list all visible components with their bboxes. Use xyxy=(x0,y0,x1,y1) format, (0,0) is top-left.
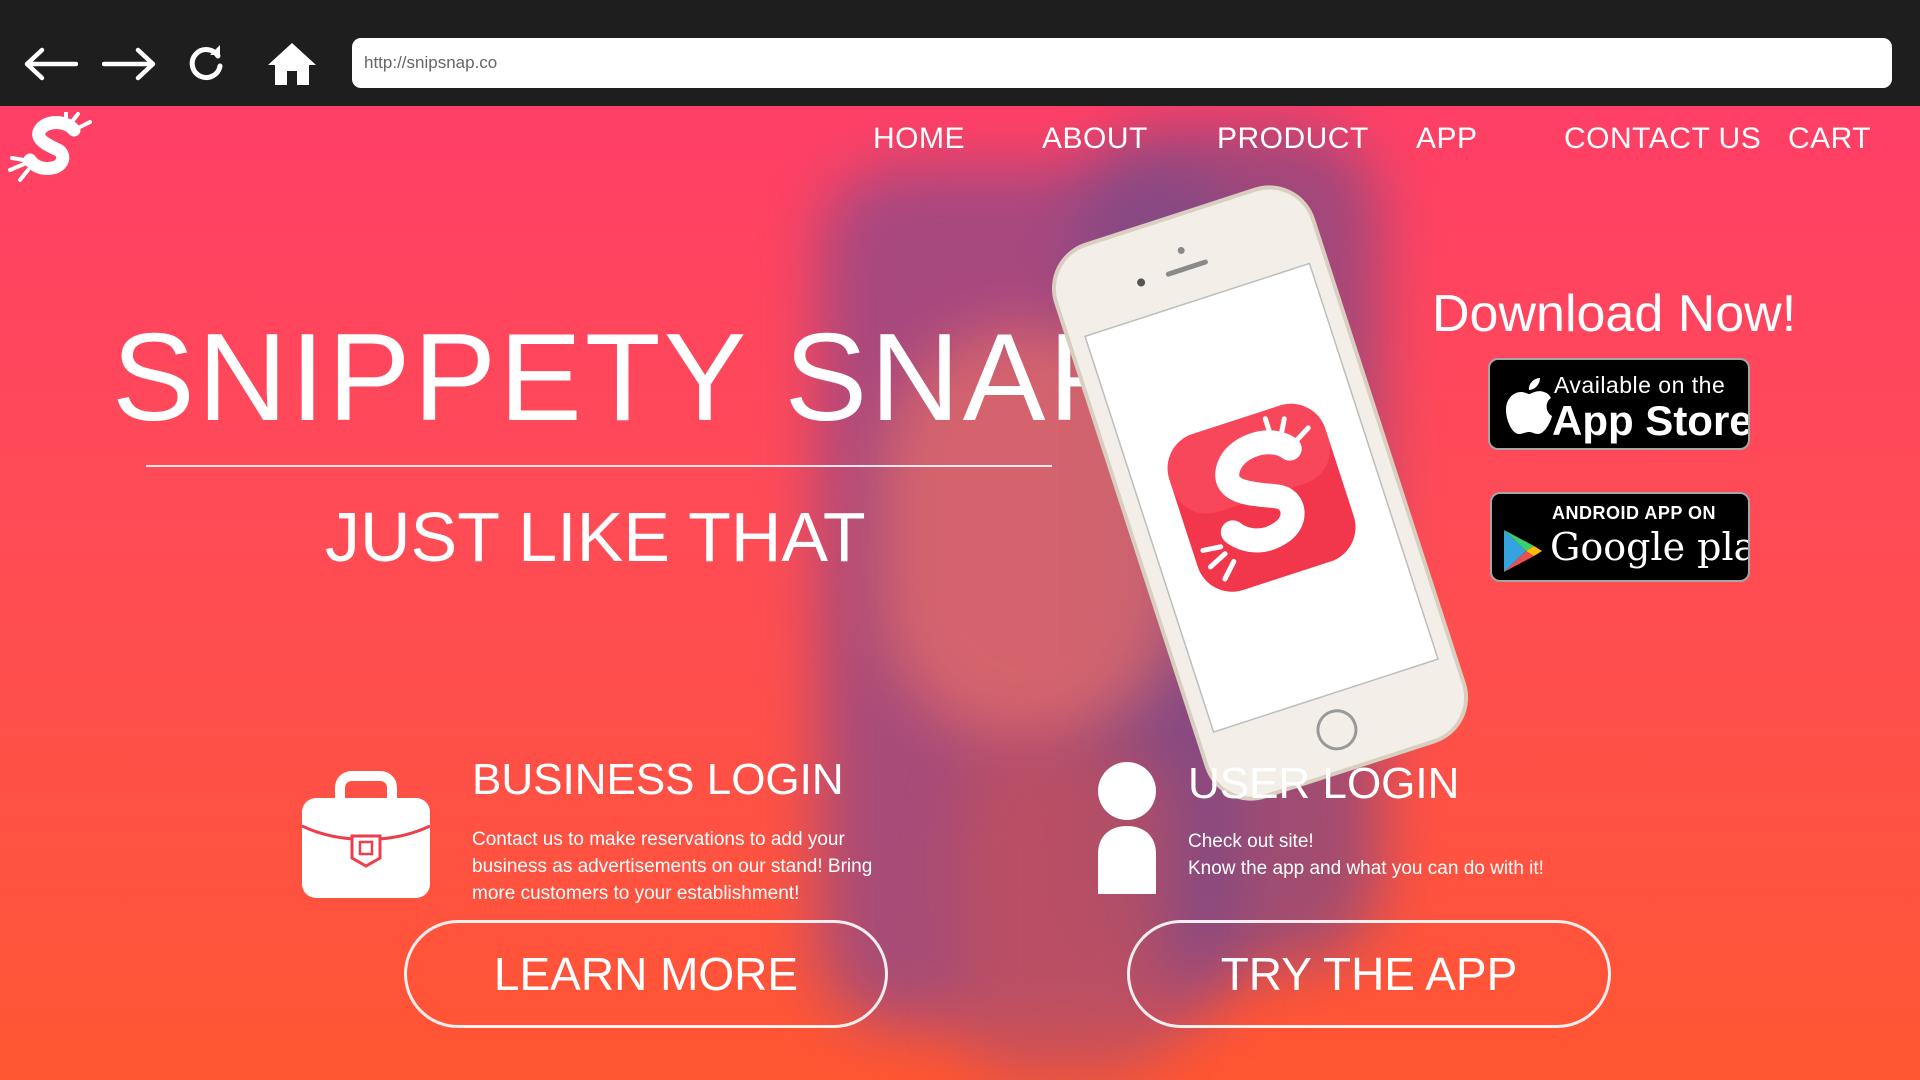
website-viewport: HOME ABOUT PRODUCT APP CONTACT US CART S… xyxy=(0,106,1920,1080)
hero-subtitle: JUST LIKE THAT xyxy=(325,498,866,576)
user-login-line-1: Check out site! xyxy=(1188,831,1314,852)
browser-toolbar xyxy=(0,0,1920,106)
reload-icon xyxy=(189,45,223,81)
user-login-line-2: Know the app and what you can do with it… xyxy=(1188,858,1544,879)
nav-cart[interactable]: CART xyxy=(1788,122,1871,156)
briefcase-icon xyxy=(301,771,431,898)
phone-mockup-image xyxy=(1051,185,1469,801)
business-login-description: Contact us to make reservations to add y… xyxy=(472,829,873,904)
try-the-app-button[interactable]: TRY THE APP xyxy=(1127,920,1611,1028)
nav-app[interactable]: APP xyxy=(1416,122,1478,156)
apple-icon xyxy=(1506,378,1552,434)
main-nav: HOME ABOUT PRODUCT APP CONTACT US CART xyxy=(0,116,1920,166)
hero-title: SNIPPETY SNAP xyxy=(112,309,1135,447)
hero-divider xyxy=(146,465,1052,467)
nav-about[interactable]: ABOUT xyxy=(1042,122,1148,156)
arrow-right-icon xyxy=(102,47,156,81)
google-play-big-text: Google play xyxy=(1550,525,1748,569)
home-button[interactable] xyxy=(262,37,322,91)
url-input[interactable] xyxy=(352,38,1892,88)
app-store-small-text: Available on the xyxy=(1554,372,1726,398)
arrow-left-icon xyxy=(24,47,78,81)
google-play-badge[interactable]: ANDROID APP ON Google play xyxy=(1490,492,1750,582)
app-store-big-text: App Store xyxy=(1552,397,1750,444)
user-login-title: USER LOGIN xyxy=(1188,759,1460,808)
download-heading: Download Now! xyxy=(1432,285,1797,343)
forward-button[interactable] xyxy=(100,37,160,91)
business-login-title: BUSINESS LOGIN xyxy=(472,755,844,804)
user-icon xyxy=(1098,762,1156,894)
back-button[interactable] xyxy=(20,37,80,91)
address-bar[interactable] xyxy=(352,38,1892,88)
reload-button[interactable] xyxy=(176,37,236,91)
nav-product[interactable]: PRODUCT xyxy=(1217,122,1369,156)
nav-home[interactable]: HOME xyxy=(873,122,965,156)
app-store-badge[interactable]: Available on the App Store xyxy=(1488,358,1750,450)
nav-contact-us[interactable]: CONTACT US xyxy=(1564,122,1761,156)
google-play-small-text: ANDROID APP ON xyxy=(1552,503,1717,523)
learn-more-button[interactable]: LEARN MORE xyxy=(404,920,888,1028)
home-icon xyxy=(268,43,316,85)
google-play-icon xyxy=(1504,530,1542,572)
